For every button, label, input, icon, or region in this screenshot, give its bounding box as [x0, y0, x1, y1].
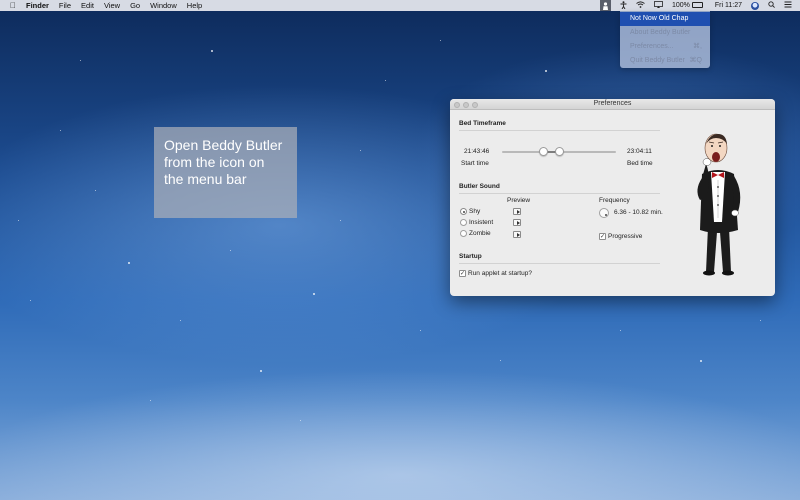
- apple-icon[interactable]: : [8, 1, 18, 10]
- clock[interactable]: Fri 11:27: [715, 2, 742, 9]
- run-at-startup-checkbox[interactable]: ✓: [459, 270, 466, 277]
- sound-radio-shy[interactable]: [460, 208, 467, 215]
- status-area: 100% Fri 11:27: [599, 0, 800, 11]
- progressive-label: Progressive: [608, 233, 643, 240]
- bed-time-slider-handle[interactable]: [554, 147, 564, 156]
- divider: [459, 193, 660, 194]
- preview-play-insistent-icon[interactable]: [513, 219, 521, 226]
- accessibility-icon[interactable]: [620, 0, 627, 11]
- menu-item-preferences[interactable]: Preferences... ⌘,: [620, 40, 710, 54]
- menu-edit[interactable]: Edit: [81, 1, 94, 10]
- butler-dropdown-menu: Not Now Old Chap About Beddy Butler Pref…: [620, 11, 710, 68]
- notification-center-icon[interactable]: [784, 1, 792, 10]
- window-title: Preferences: [593, 100, 632, 107]
- start-time-slider-handle[interactable]: [538, 147, 548, 156]
- butler-menu-icon[interactable]: [599, 0, 611, 11]
- divider: [459, 263, 660, 264]
- bed-time-value: 23:04:11: [627, 148, 652, 155]
- menu-help[interactable]: Help: [187, 1, 202, 10]
- window-titlebar: Preferences: [450, 99, 775, 110]
- spotlight-search-icon[interactable]: [768, 1, 775, 10]
- butler-sound-title: Butler Sound: [459, 183, 500, 190]
- frequency-label: Frequency: [599, 197, 630, 204]
- preview-label: Preview: [507, 197, 531, 204]
- divider: [459, 130, 660, 131]
- wifi-icon[interactable]: [636, 1, 645, 10]
- instruction-callout: Open Beddy Butler from the icon on the m…: [154, 127, 297, 218]
- frequency-value: 6.36 - 10.82 min.: [614, 209, 663, 216]
- menu-go[interactable]: Go: [130, 1, 140, 10]
- start-time-value: 21:43:46: [464, 148, 490, 155]
- preferences-window: Preferences Bed Timeframe 21:43:46 23:04…: [450, 99, 775, 296]
- startup-title: Startup: [459, 253, 482, 260]
- siri-icon[interactable]: [751, 1, 759, 10]
- airplay-icon[interactable]: [654, 1, 663, 10]
- battery-icon[interactable]: [691, 2, 703, 9]
- sound-radio-insistent[interactable]: [460, 219, 467, 226]
- preview-play-zombie-icon[interactable]: [513, 231, 521, 238]
- menu-window[interactable]: Window: [150, 1, 177, 10]
- sound-option-label: Zombie: [469, 230, 491, 237]
- butler-illustration: [697, 133, 741, 276]
- sound-radio-zombie[interactable]: [460, 230, 467, 237]
- menu-view[interactable]: View: [104, 1, 120, 10]
- preview-play-shy-icon[interactable]: [513, 208, 521, 215]
- bed-time-label: Bed time: [627, 160, 653, 167]
- menu-item-quit[interactable]: Quit Beddy Butler ⌘Q: [620, 54, 710, 68]
- frequency-dial[interactable]: [599, 208, 609, 218]
- progressive-checkbox[interactable]: ✓: [599, 233, 606, 240]
- menu-item-about[interactable]: About Beddy Butler: [620, 26, 710, 40]
- start-time-label: Start time: [461, 160, 489, 167]
- battery-percent[interactable]: 100%: [672, 2, 690, 9]
- menu-file[interactable]: File: [59, 1, 71, 10]
- run-at-startup-label: Run applet at startup?: [468, 270, 532, 277]
- sound-option-label: Shy: [469, 208, 481, 215]
- menu-finder[interactable]: Finder: [26, 1, 49, 10]
- sound-option-label: Insistent: [469, 219, 494, 226]
- menu-bar:  Finder File Edit View Go Window Help 1…: [0, 0, 800, 11]
- menu-item-not-now[interactable]: Not Now Old Chap: [620, 12, 710, 26]
- bed-timeframe-title: Bed Timeframe: [459, 120, 506, 127]
